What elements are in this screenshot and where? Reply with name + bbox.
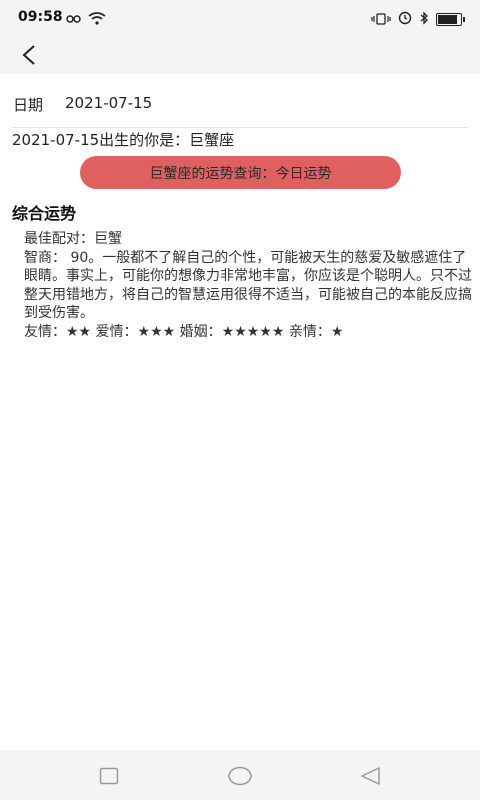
battery-icon <box>436 13 465 26</box>
status-left-icons <box>66 10 106 29</box>
date-label: 日期 <box>13 96 44 114</box>
date-value[interactable]: 2021-07-15 <box>65 94 152 115</box>
top-area: 09:58 <box>0 0 480 74</box>
best-match-text: 最佳配对：巨蟹 <box>24 231 122 247</box>
iq-text: 智商： 90。一般都不了解自己的个性，可能被天生的慈爱及敏感遮住了眼睛。事实上，… <box>24 249 472 322</box>
home-button[interactable] <box>226 762 254 790</box>
back-button[interactable] <box>12 38 46 72</box>
navigation-bar <box>0 750 480 800</box>
vibrate-icon <box>371 10 391 29</box>
screen: 09:58 日期 2021-07-15 2021-07-15出生的你是：巨蟹座 … <box>0 0 480 800</box>
status-time: 09:58 <box>18 9 63 25</box>
ratings-text: 友情：★★ 爱情：★★★ 婚姻：★★★★★ 亲情：★ <box>24 323 344 340</box>
fortune-text: 最佳配对：巨蟹 智商： 90。一般都不了解自己的个性，可能被天生的慈爱及敏感遮住… <box>24 230 472 341</box>
wifi-icon <box>88 10 106 29</box>
square-icon <box>99 767 119 785</box>
divider <box>12 127 468 128</box>
section-title: 综合运势 <box>12 204 77 223</box>
fortune-query-button[interactable]: 巨蟹座的运势查询：今日运势 <box>80 156 401 189</box>
date-field[interactable]: 日期 2021-07-15 <box>13 94 152 115</box>
nav-back-button[interactable] <box>356 762 384 790</box>
triangle-back-icon <box>361 767 380 785</box>
notification-icon <box>66 10 82 29</box>
app-bar <box>0 36 480 74</box>
circle-icon <box>228 766 252 786</box>
zodiac-result-text: 2021-07-15出生的你是：巨蟹座 <box>12 131 235 149</box>
alarm-icon <box>398 10 412 29</box>
recent-apps-button[interactable] <box>95 762 123 790</box>
status-right-icons <box>371 10 465 29</box>
chevron-left-icon <box>22 45 35 65</box>
status-bar: 09:58 <box>0 0 480 36</box>
bluetooth-icon <box>419 10 429 29</box>
